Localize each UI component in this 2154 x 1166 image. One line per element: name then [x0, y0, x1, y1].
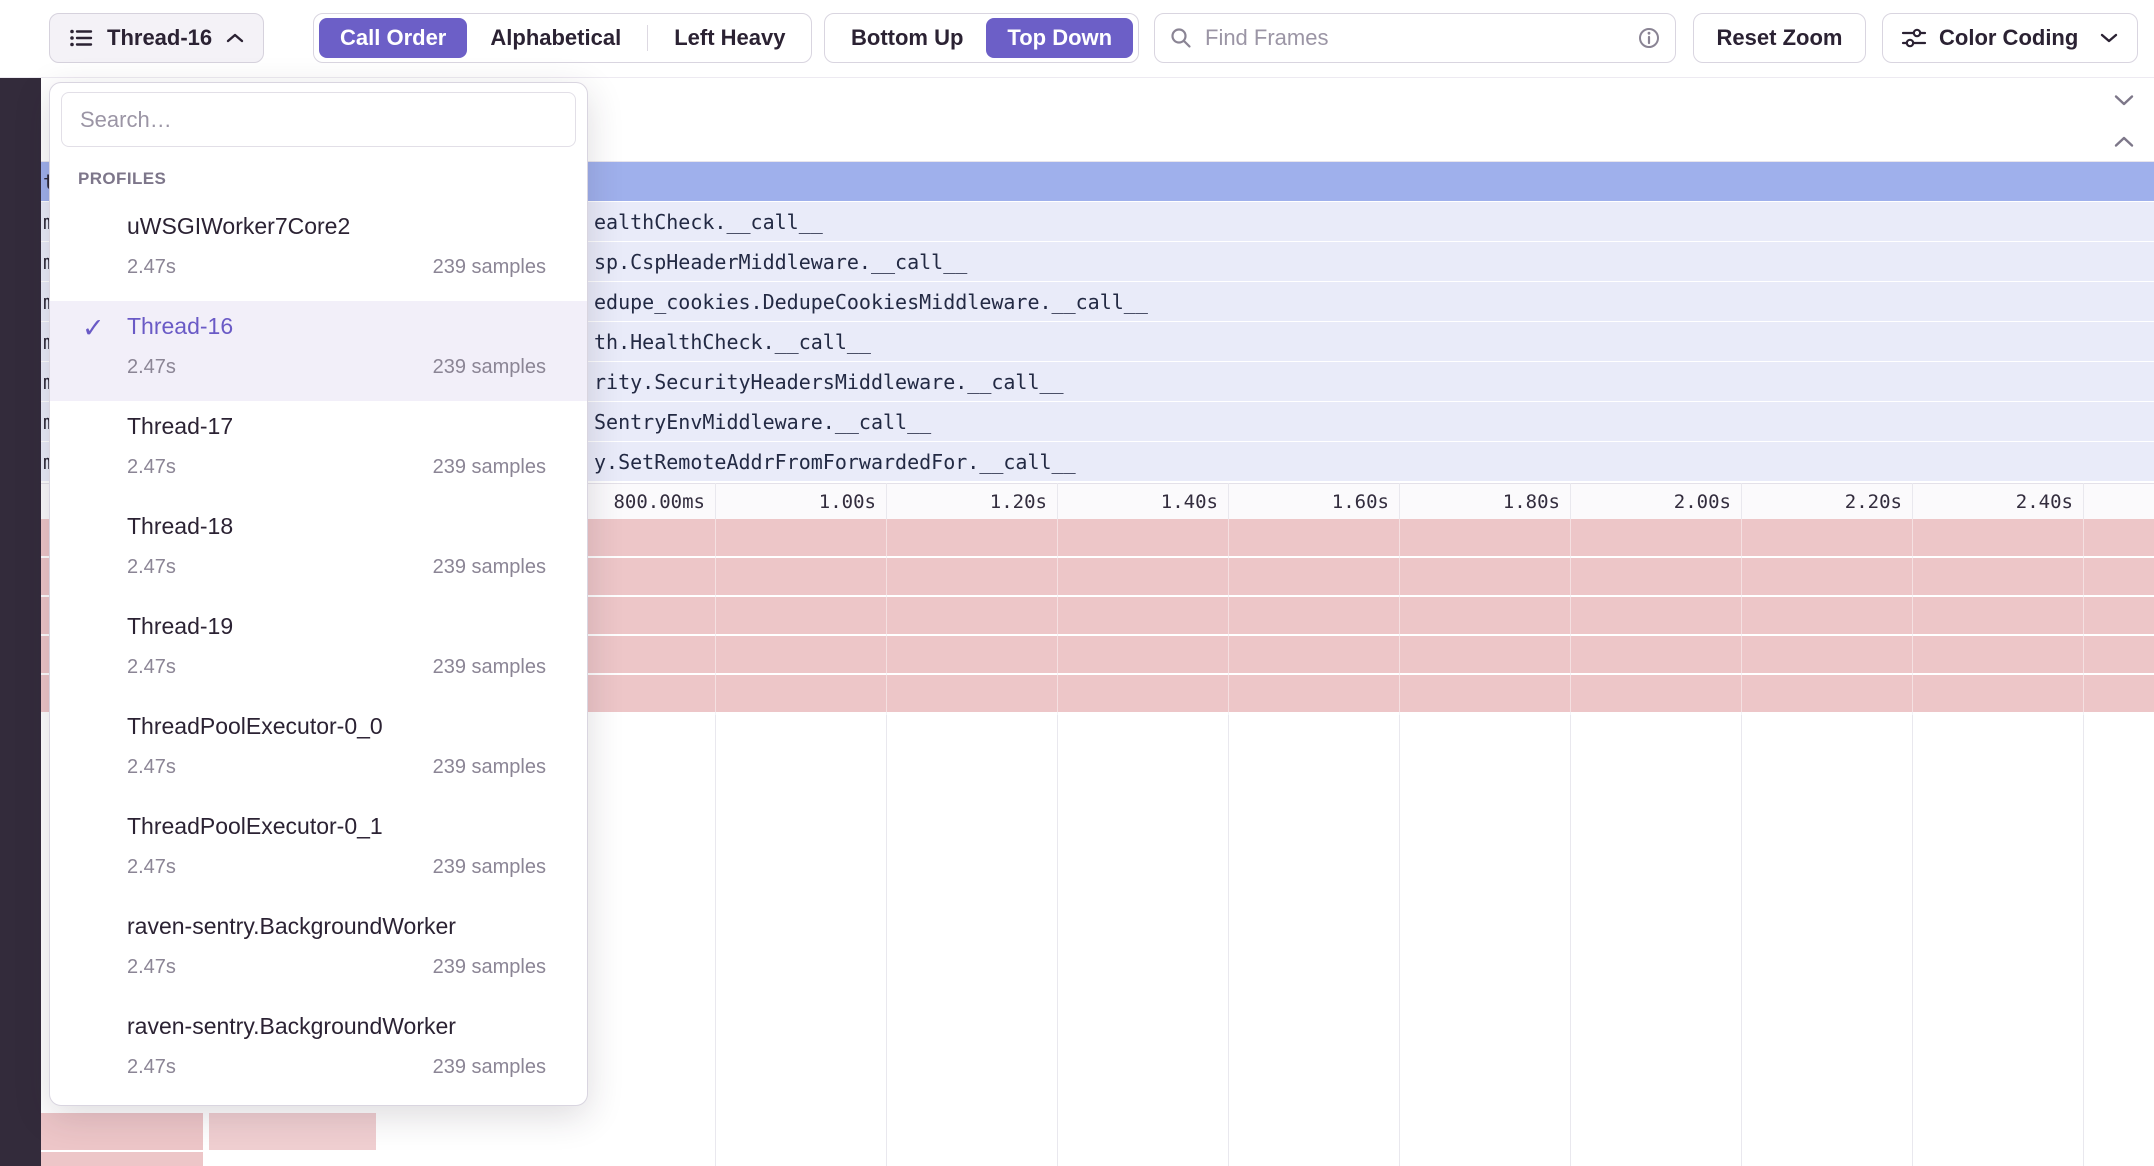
profile-duration: 2.47s [127, 1056, 176, 1079]
flamegraph-deep-frame[interactable] [41, 1113, 203, 1150]
profile-name: Thread-17 [127, 413, 233, 440]
toolbar: Thread-16 Call OrderAlphabetical Left Hea… [0, 0, 2154, 78]
profile-name: uWSGIWorker7Core2 [127, 213, 350, 240]
time-gridline-overlay [715, 519, 716, 715]
time-gridline-overlay [1912, 519, 1913, 715]
time-axis-label: 1.40s [1068, 490, 1218, 514]
profile-duration: 2.47s [127, 656, 176, 679]
profile-item[interactable]: raven-sentry.BackgroundWorker 2.47s 239 sa… [50, 901, 587, 1001]
profile-samples: 239 samples [433, 456, 546, 479]
profile-item[interactable]: uWSGIWorker7Core2 2.47s 239 samples [50, 201, 587, 301]
frame-label: ealthCheck.__call__ [594, 210, 823, 234]
profile-name: Thread-18 [127, 513, 233, 540]
time-axis-label: 2.40s [1923, 490, 2073, 514]
profiles-list: uWSGIWorker7Core2 2.47s 239 samples ✓ Thread… [50, 201, 587, 1101]
profile-samples: 239 samples [433, 556, 546, 579]
time-gridline-overlay [2083, 519, 2084, 715]
section-collapse-chevron-down-icon[interactable] [2112, 93, 2136, 107]
chevron-down-icon [2099, 32, 2119, 44]
thread-selector-button[interactable]: Thread-16 [49, 13, 264, 63]
frame-label: sp.CspHeaderMiddleware.__call__ [594, 250, 967, 274]
flamegraph-app: Thread-16 Call OrderAlphabetical Left Hea… [0, 0, 2154, 1166]
section-collapse-chevron-up-icon[interactable] [2112, 135, 2136, 149]
check-icon: ✓ [82, 313, 105, 344]
option-alphabetical[interactable]: Alphabetical [469, 18, 642, 58]
time-gridline-overlay [886, 519, 887, 715]
option-top-down[interactable]: Top Down [986, 18, 1133, 58]
option-left-heavy[interactable]: Left Heavy [653, 18, 806, 58]
reset-zoom-button[interactable]: Reset Zoom [1693, 13, 1866, 63]
find-frames-field[interactable] [1154, 13, 1676, 63]
flamegraph-deep-frame[interactable] [41, 1152, 203, 1166]
profile-item[interactable]: ThreadPoolExecutor-0_1 2.47s 239 samples [50, 801, 587, 901]
frame-label: rity.SecurityHeadersMiddleware.__call__ [594, 370, 1064, 394]
thread-selector-label: Thread-16 [107, 25, 212, 51]
profile-item[interactable]: Thread-19 2.47s 239 samples [50, 601, 587, 701]
profile-duration: 2.47s [127, 556, 176, 579]
time-gridline-overlay [1399, 519, 1400, 715]
profile-samples: 239 samples [433, 756, 546, 779]
profile-samples: 239 samples [433, 956, 546, 979]
profile-name: raven-sentry.BackgroundWorker [127, 1013, 456, 1040]
info-icon[interactable] [1637, 26, 1661, 50]
profile-duration: 2.47s [127, 256, 176, 279]
profiles-search-input[interactable] [61, 92, 576, 147]
profile-name: Thread-16 [127, 313, 233, 340]
reset-zoom-label: Reset Zoom [1717, 25, 1843, 51]
time-gridline-overlay [1057, 519, 1058, 715]
profile-item[interactable]: ThreadPoolExecutor-0_0 2.47s 239 samples [50, 701, 587, 801]
flamegraph-deep-frame[interactable] [209, 1113, 376, 1150]
profile-samples: 239 samples [433, 256, 546, 279]
profile-item[interactable]: Thread-17 2.47s 239 samples [50, 401, 587, 501]
profile-item[interactable]: raven-sentry.BackgroundWorker 2.47s 239 sa… [50, 1001, 587, 1101]
profile-name: ThreadPoolExecutor-0_0 [127, 713, 383, 740]
color-coding-label: Color Coding [1939, 25, 2087, 51]
time-axis-label: 2.20s [1752, 490, 1902, 514]
option-bottom-up[interactable]: Bottom Up [830, 18, 984, 58]
profile-samples: 239 samples [433, 656, 546, 679]
sliders-icon [1901, 25, 1927, 51]
find-frames-input[interactable] [1203, 24, 1627, 52]
profile-duration: 2.47s [127, 956, 176, 979]
color-coding-button[interactable]: Color Coding [1882, 13, 2138, 63]
frame-label: SentryEnvMiddleware.__call__ [594, 410, 931, 434]
divider [647, 25, 648, 51]
direction-segmented-control: Bottom UpTop Down [824, 13, 1139, 63]
profile-duration: 2.47s [127, 356, 176, 379]
time-gridline-overlay [1228, 519, 1229, 715]
profile-duration: 2.47s [127, 756, 176, 779]
time-axis-label: 2.00s [1581, 490, 1731, 514]
profile-samples: 239 samples [433, 1056, 546, 1079]
time-gridline-overlay [1570, 519, 1571, 715]
frame-label: edupe_cookies.DedupeCookiesMiddleware.__… [594, 290, 1148, 314]
profile-name: Thread-19 [127, 613, 233, 640]
app-sidebar-strip [0, 77, 41, 1166]
profile-samples: 239 samples [433, 356, 546, 379]
profile-item[interactable]: Thread-18 2.47s 239 samples [50, 501, 587, 601]
time-axis-label: 1.20s [897, 490, 1047, 514]
profile-duration: 2.47s [127, 456, 176, 479]
search-icon [1169, 26, 1193, 50]
profile-duration: 2.47s [127, 856, 176, 879]
sort-order-segmented-control: Call OrderAlphabetical Left Heavy [313, 13, 812, 63]
chevron-up-icon [225, 32, 245, 44]
profiles-section-label: PROFILES [78, 169, 166, 189]
profile-samples: 239 samples [433, 856, 546, 879]
time-gridline-overlay [1741, 519, 1742, 715]
list-icon [68, 25, 94, 51]
option-call-order[interactable]: Call Order [319, 18, 467, 58]
frame-label: y.SetRemoteAddrFromForwardedFor.__call__ [594, 450, 1076, 474]
frame-label: th.HealthCheck.__call__ [594, 330, 871, 354]
time-axis-label: 1.80s [1410, 490, 1560, 514]
profile-name: raven-sentry.BackgroundWorker [127, 913, 456, 940]
profile-name: ThreadPoolExecutor-0_1 [127, 813, 383, 840]
time-axis-label: 1.60s [1239, 490, 1389, 514]
profiles-dropdown: PROFILES uWSGIWorker7Core2 2.47s 239 sampl… [49, 82, 588, 1106]
time-axis-label: 1.00s [726, 490, 876, 514]
profile-item[interactable]: ✓ Thread-16 2.47s 239 samples [50, 301, 587, 401]
